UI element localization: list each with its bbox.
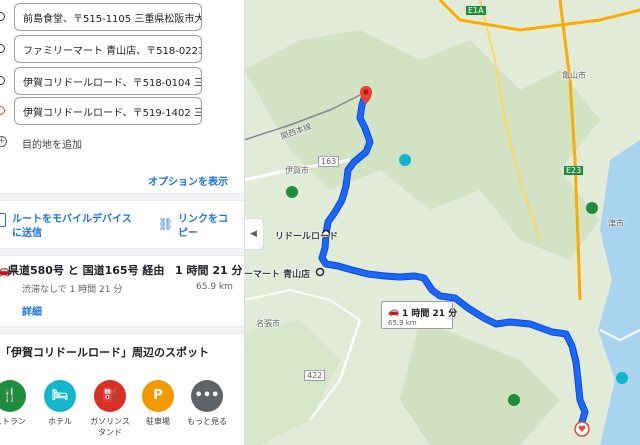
- route-time-badge[interactable]: 🚗 1 時間 21 分 65.9 km: [381, 301, 457, 329]
- map-label-tsu: 津市: [608, 219, 624, 228]
- category-label: もっと見る: [187, 417, 227, 426]
- road-shield-e23: E23: [564, 166, 584, 175]
- category-parking[interactable]: P 駐車場: [135, 380, 181, 427]
- car-icon: 🚗: [388, 307, 400, 317]
- route-badge-distance: 65.9 km: [388, 319, 417, 327]
- map-canvas[interactable]: ♥ リドールロード ーマート 青山店 伊賀市 亀山市 津市 名張市 関西本線 1…: [244, 0, 640, 445]
- category-label: ホテル: [48, 417, 72, 426]
- destination-input[interactable]: 伊賀コリドールロード、〒519-1402 三重県: [14, 97, 202, 125]
- stop-row-waypoint-2: 伊賀コリドールロード、〒518-0104 三重: [0, 66, 244, 96]
- category-label: ストラン: [0, 417, 26, 426]
- heart-icon: ♥: [578, 425, 586, 435]
- more-icon: •••: [191, 380, 223, 412]
- origin-input[interactable]: 前島食堂、〒515-1105 三重県松阪市大河: [14, 3, 202, 31]
- route-badge-time: 1 時間 21 分: [402, 309, 458, 319]
- category-more[interactable]: ••• もっと見る: [184, 380, 230, 427]
- section-divider: [0, 193, 244, 201]
- poi-flag-icon: [508, 394, 520, 406]
- section-divider: [0, 326, 244, 334]
- poi-blue-icon-2: [616, 372, 628, 384]
- destination-pin-icon: [0, 106, 5, 115]
- copy-link-button[interactable]: リンクをコピー: [178, 213, 234, 241]
- map-label-iga: 伊賀市: [285, 166, 309, 175]
- nearby-spots-title: 「伊賀コリドールロード」周辺のスポット: [0, 346, 209, 359]
- map-label-nabari: 名張市: [256, 319, 280, 328]
- route-details-link[interactable]: 詳細: [22, 303, 42, 318]
- route-option[interactable]: 🚗 県道580号 と 国道165号 経由 1 時間 21 分 渋滞なしで 1 時…: [0, 258, 244, 318]
- show-options-link[interactable]: オプションを表示: [148, 173, 228, 188]
- waypoint-input-1[interactable]: ファミリーマート 青山店、〒518-0221 三: [14, 35, 202, 63]
- add-destination-label: 目的地を追加: [22, 140, 82, 151]
- gas-station-icon: ⛽: [94, 380, 126, 412]
- poi-blue-icon: [399, 154, 411, 166]
- category-gas-station[interactable]: ⛽ ガソリンス タンド: [87, 380, 133, 438]
- section-divider: [0, 248, 244, 256]
- poi-green-icon-2: [286, 186, 298, 198]
- route-distance: 65.9 km: [196, 282, 233, 292]
- directions-panel: 前島食堂、〒515-1105 三重県松阪市大河 ファミリーマート 青山店、〒51…: [0, 0, 244, 445]
- link-icon: ⛓: [158, 217, 174, 231]
- add-destination-button[interactable]: + 目的地を追加: [0, 130, 240, 154]
- chevron-left-icon: ◀: [250, 229, 257, 239]
- send-to-mobile-button[interactable]: ルートをモバイルデバイスに送信: [12, 213, 132, 241]
- share-row: ルートをモバイルデバイスに送信 ⛓ リンクをコピー: [0, 207, 244, 247]
- category-restaurant[interactable]: 🍴 ストラン: [0, 380, 33, 427]
- stop-row-destination: 伊賀コリドールロード、〒519-1402 三重県: [0, 96, 244, 126]
- hotel-icon: 🛏: [44, 380, 76, 412]
- origin-marker-center: [363, 89, 369, 95]
- category-label: 駐車場: [146, 417, 170, 426]
- stop-row-origin: 前島食堂、〒515-1105 三重県松阪市大河: [0, 2, 244, 32]
- road-shield-163: 163: [318, 156, 340, 167]
- waypoint-dot-icon: [0, 44, 5, 53]
- route-traffic-note: 渋滞なしで 1 時間 21 分: [22, 285, 123, 295]
- panel-divider: [244, 0, 245, 445]
- poi-green-icon: [586, 202, 598, 214]
- map-label-kameyama: 亀山市: [562, 71, 586, 80]
- waypoint-dot-icon: [0, 76, 5, 85]
- restaurant-icon: 🍴: [0, 380, 26, 412]
- collapse-panel-button[interactable]: ◀: [244, 218, 264, 250]
- plus-icon: +: [0, 136, 7, 147]
- origin-dot-icon: [0, 12, 5, 21]
- category-label: ガソリンス タンド: [90, 417, 130, 437]
- route-name: 県道580号 と 国道165号 経由: [8, 264, 165, 277]
- map-label-familymart: ーマート 青山店: [244, 270, 311, 280]
- waypoint-input-2[interactable]: 伊賀コリドールロード、〒518-0104 三重: [14, 67, 202, 95]
- road-shield-422: 422: [304, 370, 326, 381]
- waypoint-marker-familymart: [315, 267, 325, 277]
- parking-icon: P: [142, 380, 174, 412]
- category-hotel[interactable]: 🛏 ホテル: [37, 380, 83, 427]
- map-label-corridor: リドールロード: [275, 232, 339, 242]
- stop-row-waypoint-1: ファミリーマート 青山店、〒518-0221 三: [0, 34, 244, 64]
- phone-icon: [0, 213, 6, 227]
- route-time: 1 時間 21 分: [175, 264, 243, 277]
- road-shield-e1a: E1A: [466, 6, 486, 15]
